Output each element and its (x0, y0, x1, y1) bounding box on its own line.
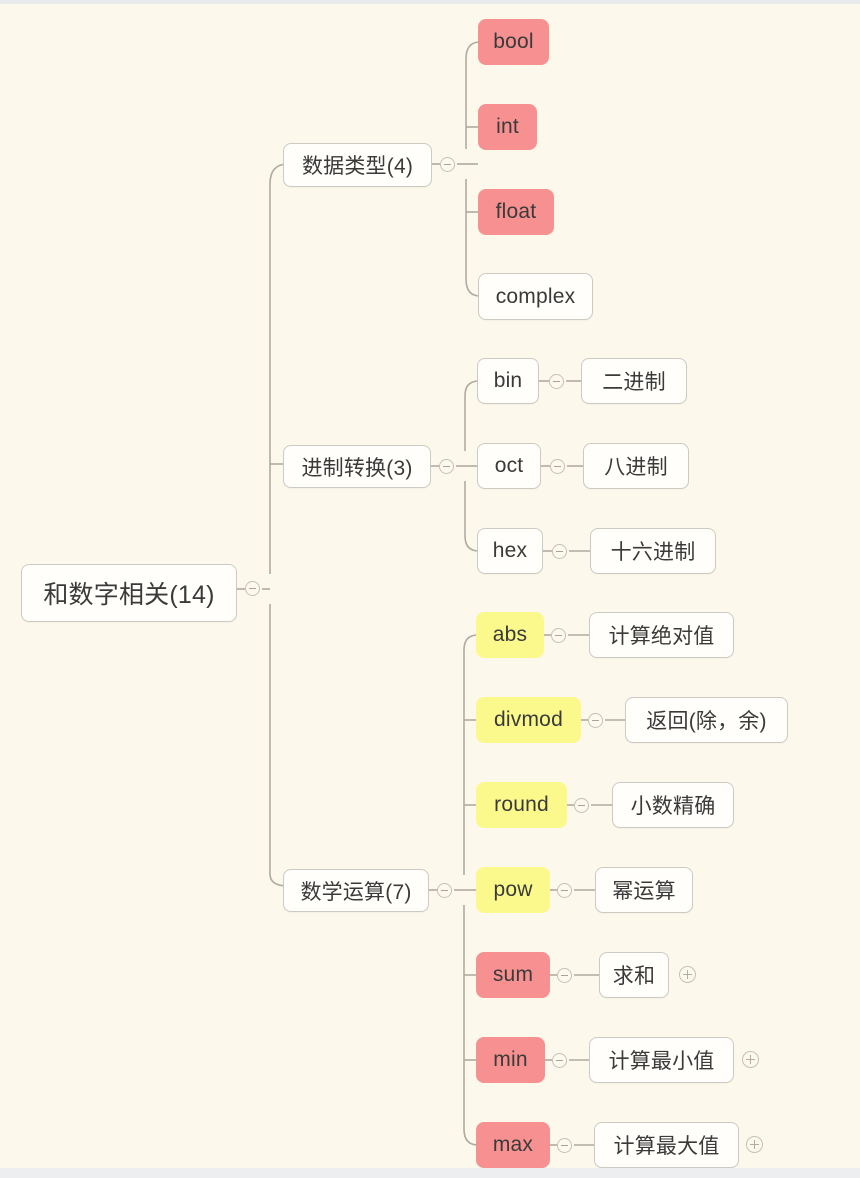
leaf-label: min (493, 1048, 528, 1071)
desc-max-expand-toggle[interactable] (746, 1136, 763, 1153)
leaf-node-int[interactable]: int (478, 104, 537, 150)
leaf-node-float[interactable]: float (478, 189, 554, 235)
leaf-pow-collapse-toggle[interactable] (557, 883, 572, 898)
desc-label: 二进制 (602, 371, 666, 394)
desc-node-divmod[interactable]: 返回(除，余) (625, 697, 788, 743)
leaf-label: float (495, 200, 537, 223)
leaf-min-collapse-toggle[interactable] (552, 1053, 567, 1068)
leaf-node-bool[interactable]: bool (478, 19, 549, 65)
desc-label: 求和 (612, 965, 656, 988)
leaf-max-collapse-toggle[interactable] (557, 1138, 572, 1153)
desc-node-abs[interactable]: 计算绝对值 (589, 612, 734, 658)
desc-node-round[interactable]: 小数精确 (612, 782, 734, 828)
leaf-label: hex (492, 539, 528, 562)
leaf-label: complex (495, 284, 576, 308)
desc-node-hexadecimal[interactable]: 十六进制 (590, 528, 716, 574)
leaf-label: divmod (494, 708, 563, 731)
leaf-label: bool (493, 30, 534, 53)
window-bottom-edge (0, 1168, 860, 1178)
leaf-node-max[interactable]: max (476, 1122, 550, 1168)
leaf-label: bin (493, 369, 523, 392)
desc-label: 返回(除，余) (646, 710, 767, 733)
desc-label: 计算绝对值 (608, 625, 715, 648)
desc-label: 十六进制 (610, 541, 696, 564)
branch-label: 进制转换(3) (301, 456, 413, 480)
branch-base-conversion-collapse-toggle[interactable] (439, 459, 454, 474)
leaf-node-complex[interactable]: complex (478, 273, 593, 320)
leaf-label: round (494, 793, 549, 816)
desc-label: 小数精确 (630, 795, 716, 818)
branch-label: 数学运算(7) (300, 880, 412, 904)
leaf-label: max (492, 1133, 534, 1156)
leaf-label: sum (492, 963, 534, 986)
leaf-bin-collapse-toggle[interactable] (549, 374, 564, 389)
leaf-sum-collapse-toggle[interactable] (557, 968, 572, 983)
desc-label: 幂运算 (612, 880, 676, 903)
branch-math-operations-collapse-toggle[interactable] (437, 883, 452, 898)
leaf-node-oct[interactable]: oct (477, 443, 541, 489)
leaf-label: pow (493, 878, 533, 901)
leaf-oct-collapse-toggle[interactable] (550, 459, 565, 474)
leaf-round-collapse-toggle[interactable] (574, 798, 589, 813)
desc-node-min[interactable]: 计算最小值 (589, 1037, 734, 1083)
branch-node-math-operations[interactable]: 数学运算(7) (283, 869, 429, 912)
leaf-node-pow[interactable]: pow (476, 867, 550, 913)
desc-sum-expand-toggle[interactable] (679, 966, 696, 983)
leaf-hex-collapse-toggle[interactable] (552, 544, 567, 559)
leaf-node-min[interactable]: min (476, 1037, 545, 1083)
desc-label: 八进制 (604, 456, 668, 479)
desc-node-sum[interactable]: 求和 (599, 952, 669, 998)
desc-node-binary[interactable]: 二进制 (581, 358, 687, 404)
desc-node-max[interactable]: 计算最大值 (594, 1122, 739, 1168)
desc-node-octal[interactable]: 八进制 (583, 443, 689, 489)
desc-node-pow[interactable]: 幂运算 (595, 867, 693, 913)
leaf-node-round[interactable]: round (476, 782, 567, 828)
leaf-abs-collapse-toggle[interactable] (551, 628, 566, 643)
leaf-label: oct (494, 454, 524, 477)
desc-min-expand-toggle[interactable] (742, 1051, 759, 1068)
branch-label: 数据类型(4) (301, 155, 414, 178)
leaf-node-bin[interactable]: bin (477, 358, 539, 404)
root-collapse-toggle[interactable] (245, 581, 260, 596)
mindmap-canvas[interactable]: 和数字相关(14) 数据类型(4) bool int float complex… (0, 4, 860, 1168)
mindmap-root-node[interactable]: 和数字相关(14) (21, 564, 237, 622)
desc-label: 计算最大值 (613, 1135, 720, 1158)
root-label: 和数字相关(14) (43, 581, 215, 609)
leaf-node-sum[interactable]: sum (476, 952, 550, 998)
leaf-node-hex[interactable]: hex (477, 528, 543, 574)
branch-node-data-types[interactable]: 数据类型(4) (283, 143, 432, 187)
leaf-label: abs (492, 623, 528, 646)
branch-node-base-conversion[interactable]: 进制转换(3) (283, 445, 431, 488)
leaf-node-divmod[interactable]: divmod (476, 697, 581, 743)
leaf-label: int (496, 115, 519, 138)
branch-data-types-collapse-toggle[interactable] (440, 157, 455, 172)
leaf-divmod-collapse-toggle[interactable] (588, 713, 603, 728)
leaf-node-abs[interactable]: abs (476, 612, 544, 658)
desc-label: 计算最小值 (608, 1050, 715, 1073)
